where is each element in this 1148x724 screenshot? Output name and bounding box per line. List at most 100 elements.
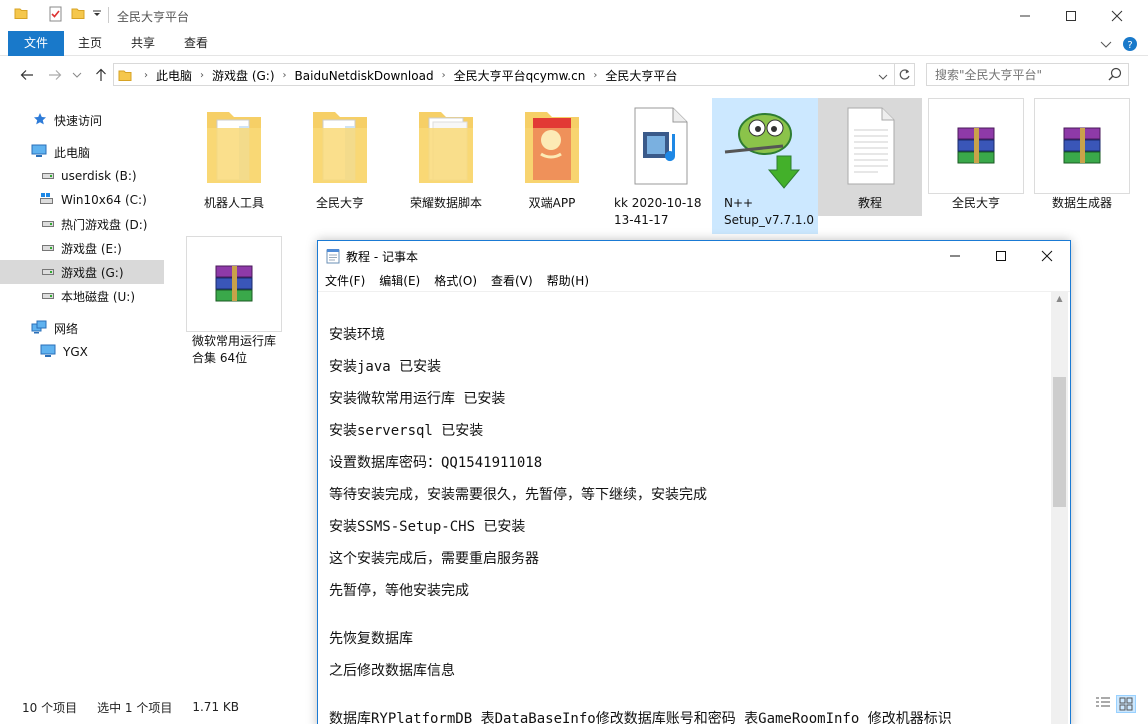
breadcrumb-separator-icon: › [200, 70, 205, 81]
sidebar-item-label: 网络 [54, 321, 79, 336]
scroll-up-icon[interactable]: ▲ [1051, 294, 1068, 308]
folder-icon [184, 98, 284, 194]
star-icon [33, 112, 47, 129]
file-item[interactable]: 荣耀数据脚本 [396, 98, 496, 216]
customize-toolbar-icon[interactable] [92, 8, 102, 26]
expand-ribbon-icon[interactable] [1100, 38, 1112, 52]
file-item[interactable]: kk 2020-10-18 13-41-17 [610, 98, 710, 234]
breadcrumb-item[interactable]: 全民大亨平台 [605, 67, 677, 84]
drive-icon [42, 169, 54, 183]
back-button[interactable] [16, 64, 38, 86]
file-item-selected[interactable]: N++ Setup_v7.7.1.0 [712, 98, 818, 234]
winrar-icon [928, 98, 1024, 194]
drive-icon [42, 241, 54, 255]
search-icon[interactable] [1108, 67, 1122, 84]
file-item[interactable]: 机器人工具 [184, 98, 284, 216]
address-dropdown-icon[interactable] [878, 70, 888, 84]
sidebar-item-this-pc[interactable]: 此电脑 [0, 140, 164, 164]
notepad-maximize-button[interactable] [978, 241, 1024, 270]
details-view-icon[interactable] [1094, 695, 1114, 713]
properties-icon[interactable] [48, 6, 64, 24]
text-line: 安装环境 [329, 327, 385, 343]
close-button[interactable] [1094, 0, 1140, 31]
recent-locations-button[interactable] [66, 64, 88, 86]
sidebar-item-label: 热门游戏盘 (D:) [61, 217, 148, 232]
navigation-pane: 快速访问 此电脑 userdisk (B:) Win10x64 (C:) 热门游… [0, 100, 172, 690]
sidebar-item-quick-access[interactable]: 快速访问 [0, 108, 164, 132]
network-icon [31, 320, 47, 337]
media-file-icon [610, 98, 710, 194]
file-label: N++ Setup_v7.7.1.0 [724, 196, 815, 227]
sidebar-item-drive-c[interactable]: Win10x64 (C:) [0, 188, 164, 212]
windows-drive-icon [40, 192, 54, 208]
file-item[interactable]: 数据生成器 [1034, 98, 1130, 216]
breadcrumb-separator-icon: › [282, 70, 287, 81]
tab-share[interactable]: 共享 [118, 31, 168, 56]
winrar-icon [1034, 98, 1130, 194]
vertical-scrollbar[interactable]: ▲ [1051, 292, 1068, 724]
sidebar-item-label: userdisk (B:) [61, 169, 137, 183]
ribbon-tabs: 文件 主页 共享 查看 ? [0, 31, 1148, 56]
item-count: 10 个项目 [22, 700, 78, 715]
maximize-button[interactable] [1048, 0, 1094, 31]
sidebar-item-ygx[interactable]: YGX [0, 340, 164, 364]
sidebar-item-drive-e[interactable]: 游戏盘 (E:) [0, 236, 164, 260]
notepad-window[interactable]: 教程 - 记事本 文件(F) 编辑(E) 格式(O) 查看(V) 帮助(H) 安… [317, 240, 1071, 724]
file-label: 荣耀数据脚本 [409, 196, 482, 210]
tab-file[interactable]: 文件 [8, 31, 64, 56]
chevron-down-icon [72, 72, 82, 78]
menu-help[interactable]: 帮助(H) [540, 270, 596, 291]
menu-file[interactable]: 文件(F) [318, 270, 372, 291]
text-line: 设置数据库密码：QQ1541911018 [329, 455, 543, 471]
file-item[interactable]: 全民大亨 [928, 98, 1024, 216]
sidebar-item-drive-u[interactable]: 本地磁盘 (U:) [0, 284, 164, 308]
breadcrumb-item[interactable]: 全民大亨平台qcymw.cn [454, 67, 586, 84]
breadcrumb-item[interactable]: 此电脑 [156, 67, 192, 84]
sidebar-item-label: Win10x64 (C:) [61, 193, 147, 207]
view-toggle [1094, 695, 1136, 713]
help-icon[interactable]: ? [1122, 36, 1138, 55]
close-icon [1041, 250, 1053, 261]
file-item[interactable]: 微软常用运行库合集 64位 [186, 236, 282, 370]
sidebar-item-drive-b[interactable]: userdisk (B:) [0, 164, 164, 188]
search-box[interactable] [926, 63, 1129, 86]
tab-home[interactable]: 主页 [66, 31, 114, 56]
text-line: 安装serversql 已安装 [329, 423, 484, 439]
sidebar-item-label: 本地磁盘 (U:) [61, 289, 136, 304]
sidebar-item-network[interactable]: 网络 [0, 316, 164, 340]
search-input[interactable] [935, 66, 1103, 83]
folder-icon [502, 98, 602, 194]
notepad-close-button[interactable] [1024, 241, 1070, 270]
minimize-button[interactable] [1002, 0, 1048, 31]
tab-view[interactable]: 查看 [172, 31, 220, 56]
drive-icon [42, 289, 54, 303]
notepad-minimize-button[interactable] [932, 241, 978, 270]
navigation-bar: › 此电脑 › 游戏盘 (G:) › BaiduNetdiskDownload … [0, 56, 1148, 94]
file-item-hovered[interactable]: 教程 [818, 98, 922, 216]
breadcrumb-item[interactable]: 游戏盘 (G:) [212, 67, 275, 84]
forward-button[interactable] [44, 64, 66, 86]
text-line: 安装java 已安装 [329, 359, 442, 375]
menu-view[interactable]: 查看(V) [484, 270, 540, 291]
menu-format[interactable]: 格式(O) [427, 270, 484, 291]
large-icons-view-icon[interactable] [1116, 695, 1136, 713]
text-line: 之后修改数据库信息 [329, 663, 455, 679]
menu-edit[interactable]: 编辑(E) [372, 270, 427, 291]
up-button[interactable] [90, 64, 112, 86]
folder-icon [118, 68, 132, 85]
sidebar-item-drive-d[interactable]: 热门游戏盘 (D:) [0, 212, 164, 236]
new-folder-icon[interactable] [71, 6, 85, 24]
minimize-icon [1020, 15, 1030, 16]
breadcrumb-item[interactable]: BaiduNetdiskDownload [295, 69, 434, 83]
breadcrumb-separator-icon: › [144, 70, 148, 81]
file-label: 教程 [857, 196, 882, 210]
explorer-title-bar: 全民大亨平台 [0, 0, 1148, 31]
file-item[interactable]: 双端APP [502, 98, 602, 216]
address-bar[interactable]: › 此电脑 › 游戏盘 (G:) › BaiduNetdiskDownload … [113, 63, 915, 86]
file-item[interactable]: 全民大亨 [290, 98, 390, 216]
sidebar-item-drive-g[interactable]: 游戏盘 (G:) [0, 260, 164, 284]
refresh-icon[interactable] [898, 68, 911, 84]
svg-text:?: ? [1127, 40, 1132, 51]
notepad-text-area[interactable]: 安装环境 安装java 已安装 安装微软常用运行库 已安装 安装serversq… [318, 291, 1070, 724]
scrollbar-thumb[interactable] [1053, 377, 1066, 507]
